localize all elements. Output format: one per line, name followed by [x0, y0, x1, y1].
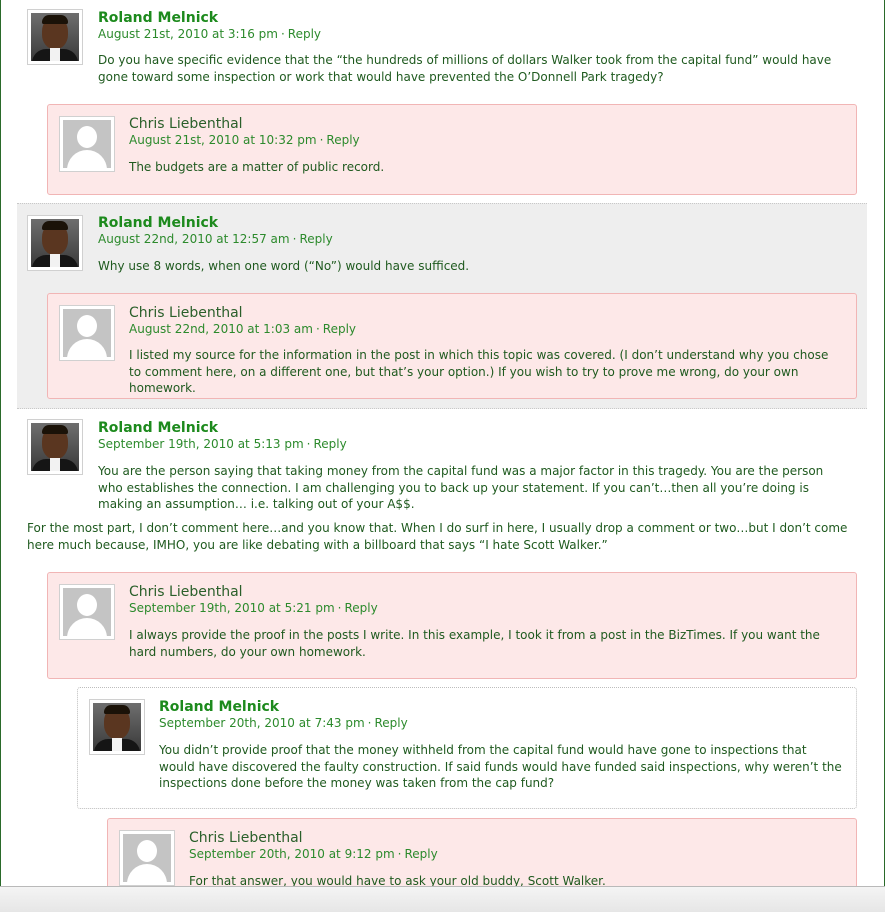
comment-author[interactable]: Chris Liebenthal: [189, 830, 303, 846]
chris-avatar: [59, 305, 115, 361]
separator-dot: ·: [337, 601, 342, 615]
reply-link[interactable]: Reply: [344, 601, 377, 615]
comment-roland-3: Roland Melnick September 19th, 2010 at 5…: [17, 410, 867, 570]
reply-link[interactable]: Reply: [299, 232, 332, 246]
comment-author[interactable]: Chris Liebenthal: [129, 584, 243, 600]
comment-date-link[interactable]: September 19th, 2010 at 5:13 pm: [98, 437, 304, 451]
comment-author[interactable]: Roland Melnick: [98, 10, 218, 26]
reply-link[interactable]: Reply: [374, 716, 407, 730]
reply-link[interactable]: Reply: [404, 847, 437, 861]
comment-date-link[interactable]: September 20th, 2010 at 7:43 pm: [159, 716, 365, 730]
comment-text: Do you have specific evidence that the “…: [98, 53, 832, 84]
comment-text: For that answer, you would have to ask y…: [189, 874, 606, 886]
comment-text: I always provide the proof in the posts …: [129, 628, 820, 659]
comment-roland-4: Roland Melnick September 20th, 2010 at 7…: [77, 687, 857, 809]
comment-chris-1: Chris Liebenthal August 21st, 2010 at 10…: [47, 104, 857, 195]
comment-date-link[interactable]: August 21st, 2010 at 3:16 pm: [98, 27, 278, 41]
separator-dot: ·: [306, 437, 311, 451]
comment-author[interactable]: Chris Liebenthal: [129, 116, 243, 132]
separator-dot: ·: [280, 27, 285, 41]
comment-chris-2: Chris Liebenthal August 22nd, 2010 at 1:…: [47, 293, 857, 399]
comment-text: Why use 8 words, when one word (“No”) wo…: [98, 259, 470, 273]
comment-text: For the most part, I don’t comment here……: [27, 521, 848, 552]
chris-avatar: [59, 584, 115, 640]
comment-text: You are the person saying that taking mo…: [98, 464, 824, 511]
comment-date-link[interactable]: September 19th, 2010 at 5:21 pm: [129, 601, 335, 615]
separator-dot: ·: [315, 322, 320, 336]
comment-chris-3: Chris Liebenthal September 19th, 2010 at…: [47, 572, 857, 679]
roland-avatar: [27, 215, 83, 271]
comment-date-link[interactable]: August 22nd, 2010 at 12:57 am: [98, 232, 290, 246]
browser-status-bar: [0, 886, 885, 912]
separator-dot: ·: [319, 133, 324, 147]
comment-chris-4: Chris Liebenthal September 20th, 2010 at…: [107, 818, 857, 886]
comment-text: The budgets are a matter of public recor…: [129, 160, 385, 174]
roland-avatar: [27, 9, 83, 65]
chris-avatar: [59, 116, 115, 172]
separator-dot: ·: [397, 847, 402, 861]
comment-date-link[interactable]: August 21st, 2010 at 10:32 pm: [129, 133, 317, 147]
comment-author[interactable]: Chris Liebenthal: [129, 305, 243, 321]
comment-text: You didn’t provide proof that the money …: [159, 743, 842, 790]
reply-link[interactable]: Reply: [288, 27, 321, 41]
comment-roland-1: Roland Melnick August 21st, 2010 at 3:16…: [17, 0, 867, 100]
chris-avatar: [119, 830, 175, 886]
comment-thread: Roland Melnick August 21st, 2010 at 3:16…: [0, 0, 885, 886]
separator-dot: ·: [292, 232, 297, 246]
comment-author[interactable]: Roland Melnick: [98, 215, 218, 231]
comment-author[interactable]: Roland Melnick: [159, 699, 279, 715]
reply-link[interactable]: Reply: [323, 322, 356, 336]
comment-text: I listed my source for the information i…: [129, 348, 829, 395]
reply-link[interactable]: Reply: [313, 437, 346, 451]
comment-author[interactable]: Roland Melnick: [98, 420, 218, 436]
separator-dot: ·: [367, 716, 372, 730]
comment-date-link[interactable]: September 20th, 2010 at 9:12 pm: [189, 847, 395, 861]
comment-date-link[interactable]: August 22nd, 2010 at 1:03 am: [129, 322, 313, 336]
reply-link[interactable]: Reply: [326, 133, 359, 147]
